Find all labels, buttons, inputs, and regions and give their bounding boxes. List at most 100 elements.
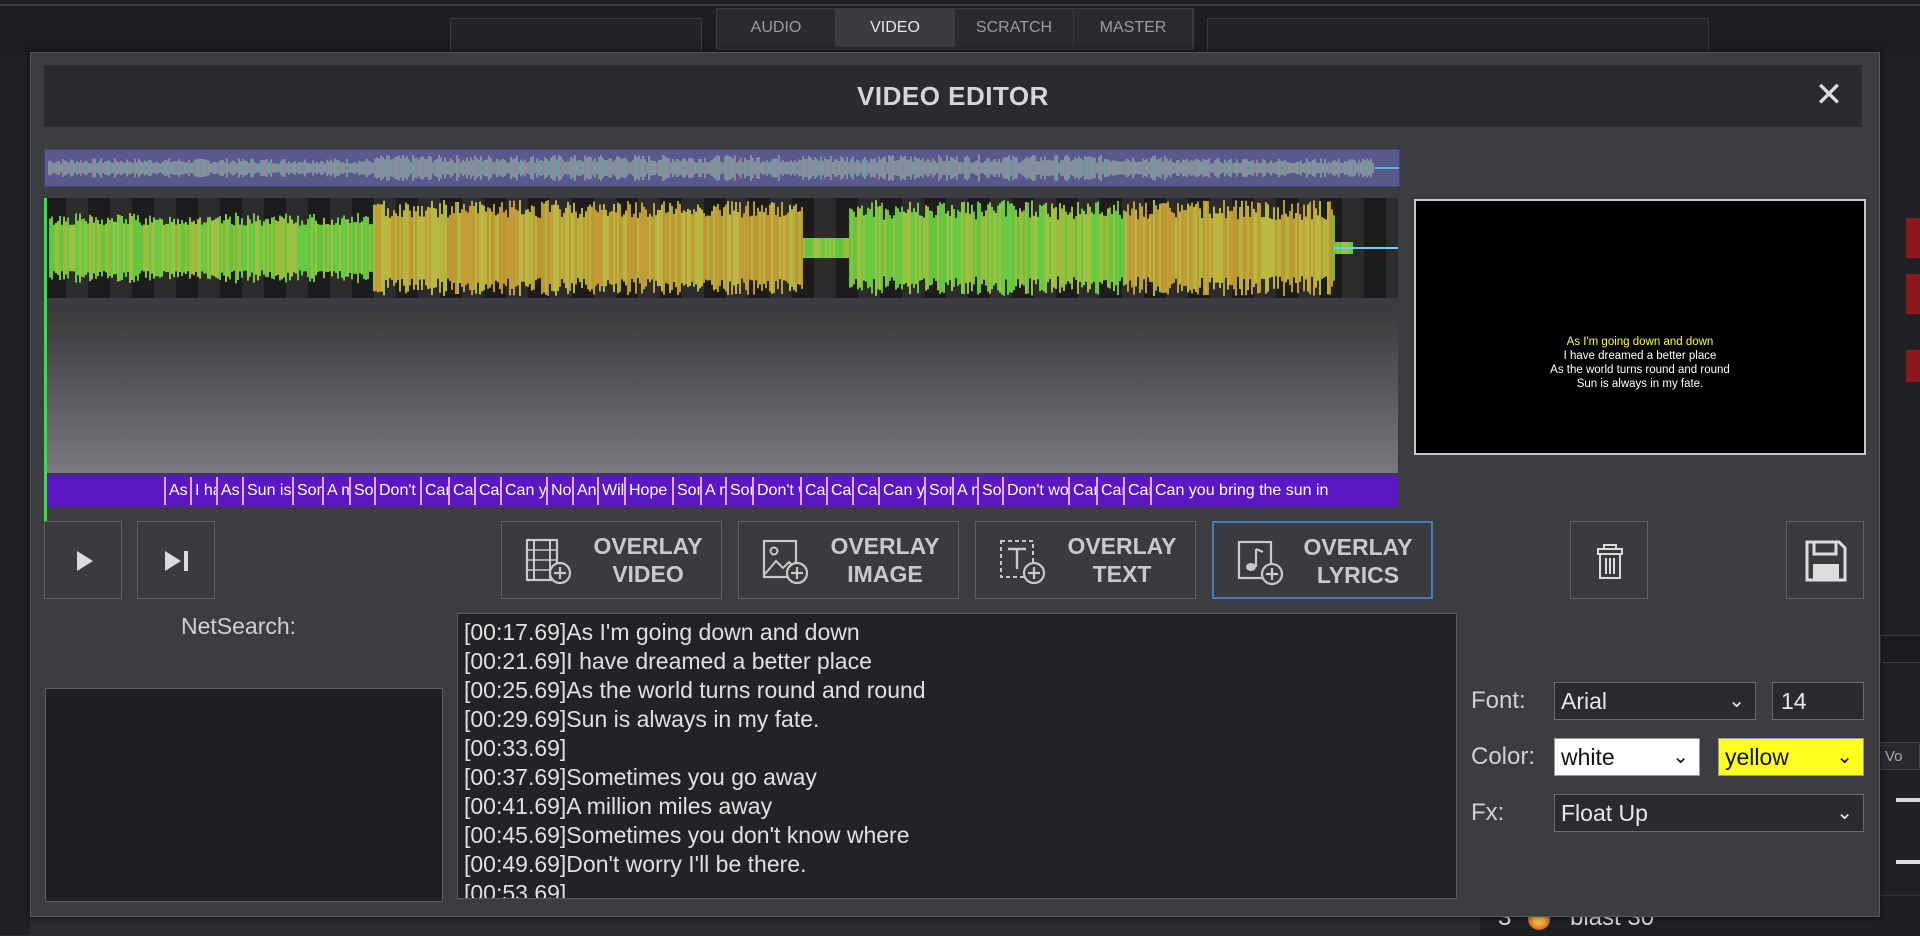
app-dash — [1896, 860, 1920, 864]
font-label: Font: — [1471, 687, 1526, 714]
play-button[interactable] — [44, 521, 122, 599]
lyric-segment[interactable]: Can you bring the sun — [852, 477, 878, 505]
text-color-value: white — [1561, 744, 1615, 770]
lyric-segment[interactable]: Can you bring the sun — [1123, 477, 1150, 505]
lyric-segment[interactable]: As the world turns round and round — [216, 477, 242, 505]
main-waveform-graphic — [49, 200, 1398, 296]
lyric-segment[interactable]: I have dreamed a better place — [190, 477, 216, 505]
lyrics-editor-line[interactable]: [00:33.69] — [464, 734, 1450, 763]
video-preview: As I'm going down and down I have dreame… — [1414, 199, 1866, 455]
trash-icon — [1597, 544, 1623, 579]
fx-select-value: Float Up — [1561, 800, 1648, 826]
lyrics-editor-line[interactable]: [00:29.69]Sun is always in my fate. — [464, 705, 1450, 734]
lyric-segment[interactable]: Can you bring the sun — [500, 477, 546, 505]
overlay-video-label-2: VIDEO — [612, 561, 684, 587]
lyrics-editor-line[interactable]: [00:25.69]As the world turns round and r… — [464, 676, 1450, 705]
tab-video[interactable]: VIDEO — [836, 9, 955, 47]
save-button[interactable] — [1786, 521, 1864, 599]
lyrics-text-editor[interactable]: [00:17.69]As I'm going down and down [00:… — [457, 613, 1457, 899]
lyrics-editor-line[interactable]: [00:41.69]A million miles away — [464, 792, 1450, 821]
lyric-segment[interactable]: Can you bring the sun — [1096, 477, 1123, 505]
lyric-segment[interactable]: Don't worry I'll be there. — [1002, 477, 1068, 505]
lyrics-editor-line[interactable]: [00:37.69]Sometimes you go away — [464, 763, 1450, 792]
lyrics-editor-line[interactable]: [00:49.69]Don't worry I'll be there. — [464, 850, 1450, 879]
font-select[interactable]: Arial ⌄ — [1554, 682, 1756, 720]
lyric-segment[interactable]: Now and forever — [546, 477, 572, 505]
dialog-titlebar[interactable]: VIDEO EDITOR ✕ — [44, 65, 1862, 127]
app-left-edge — [0, 55, 30, 935]
fx-select[interactable]: Float Up ⌄ — [1554, 794, 1864, 832]
lyric-segment[interactable]: As I'm going down and down — [164, 477, 190, 505]
main-waveform[interactable] — [44, 198, 1398, 298]
font-select-value: Arial — [1561, 688, 1608, 714]
overlay-image-button[interactable]: OVERLAY IMAGE — [738, 521, 959, 599]
lyric-segment[interactable]: Sometimes you don't know where — [349, 477, 374, 505]
browser-column-header[interactable]: Vo — [1878, 742, 1920, 770]
lyric-segment[interactable]: A million miles away — [700, 477, 725, 505]
lyric-segment[interactable]: Sometimes you don't know where — [725, 477, 752, 505]
lyrics-editor-line[interactable]: [00:21.69]I have dreamed a better place — [464, 647, 1450, 676]
lyric-segment[interactable]: Can you bring the sun in — [1150, 477, 1398, 505]
skip-next-button[interactable] — [137, 521, 215, 599]
chevron-down-icon: ⌄ — [1728, 690, 1745, 712]
tab-audio[interactable]: AUDIO — [717, 9, 836, 47]
music-add-icon — [1237, 540, 1284, 586]
video-track[interactable] — [44, 310, 1398, 473]
chevron-down-icon: ⌄ — [1672, 746, 1689, 768]
lyric-segment[interactable]: Sometimes you go away — [292, 477, 322, 505]
preview-lyric-line: As the world turns round and round — [1550, 364, 1730, 376]
lyric-segment[interactable]: Can you bring the sun — [448, 477, 474, 505]
overlay-text-label-1: OVERLAY — [1067, 533, 1177, 559]
app-left-panel — [450, 18, 702, 56]
lyrics-editor-line[interactable]: [00:17.69]As I'm going down and down — [464, 618, 1450, 647]
lyric-segment[interactable]: Sometimes you go away — [672, 477, 700, 505]
overlay-video-button[interactable]: OVERLAY VIDEO — [501, 521, 722, 599]
tab-master[interactable]: MASTER — [1074, 9, 1193, 47]
overlay-lyrics-button[interactable]: OVERLAY LYRICS — [1212, 521, 1433, 599]
lyric-segment[interactable]: Sometimes you go away — [924, 477, 952, 505]
overlay-lyrics-label-2: LYRICS — [1316, 562, 1400, 588]
lyric-segment[interactable]: Can you bring the sun — [826, 477, 852, 505]
overlay-lyrics-label-1: OVERLAY — [1303, 534, 1413, 560]
lyric-segment[interactable]: Hope — [624, 477, 672, 505]
overlay-text-label-2: TEXT — [1092, 561, 1152, 587]
lyrics-track[interactable]: As I'm going down and downI have dreamed… — [44, 475, 1398, 507]
app-side-control[interactable] — [1880, 635, 1920, 663]
lyric-segment[interactable]: Don't worry I'll be there. — [374, 477, 420, 505]
chevron-down-icon: ⌄ — [1836, 802, 1853, 824]
overview-waveform[interactable] — [44, 149, 1400, 187]
text-color-select[interactable]: white ⌄ — [1554, 738, 1700, 776]
lyrics-editor-line[interactable]: [00:53.69] — [464, 879, 1450, 898]
app-right-edge — [1878, 55, 1920, 935]
netsearch-results[interactable] — [45, 688, 443, 902]
lyric-segment[interactable]: Can you bring the sun — [1068, 477, 1096, 505]
color-label: Color: — [1471, 743, 1536, 770]
close-icon[interactable]: ✕ — [1812, 78, 1846, 113]
overview-waveform-graphic — [48, 154, 1399, 182]
lyric-segment[interactable]: Can you bring the sun — [474, 477, 500, 505]
overlay-video-label-1: OVERLAY — [593, 533, 703, 559]
app-top-strip — [0, 4, 1920, 6]
app-right-panel — [1207, 18, 1709, 56]
lyric-segment[interactable]: Sometimes you don't know where — [977, 477, 1002, 505]
netsearch-label: NetSearch: — [181, 613, 297, 639]
playhead-cursor[interactable] — [44, 198, 47, 558]
lyric-segment[interactable]: Will you be — [597, 477, 624, 505]
tab-scratch[interactable]: SCRATCH — [955, 9, 1074, 47]
lyric-segment[interactable]: Can you bring the sun — [800, 477, 826, 505]
lyrics-editor-line[interactable]: [00:45.69]Sometimes you don't know where — [464, 821, 1450, 850]
save-icon — [1805, 540, 1847, 582]
lyric-segment[interactable]: A million miles away — [952, 477, 977, 505]
lyric-segment[interactable]: Can you bring the sun — [420, 477, 448, 505]
highlight-color-select[interactable]: yellow ⌄ — [1718, 738, 1864, 776]
text-add-icon — [1000, 540, 1046, 585]
overlay-text-button[interactable]: OVERLAY TEXT — [975, 521, 1196, 599]
lyric-segment[interactable]: A million miles away — [322, 477, 349, 505]
delete-button[interactable] — [1570, 521, 1648, 599]
app-red-indicator — [1906, 218, 1920, 258]
lyric-segment[interactable]: Don't worry I'll be there. — [752, 477, 800, 505]
lyric-segment[interactable]: Can you bring the sun — [878, 477, 924, 505]
lyric-segment[interactable]: Sun is always in my fate. — [242, 477, 292, 505]
font-size-input[interactable]: 14 — [1772, 682, 1864, 720]
lyric-segment[interactable]: And forever — [572, 477, 597, 505]
